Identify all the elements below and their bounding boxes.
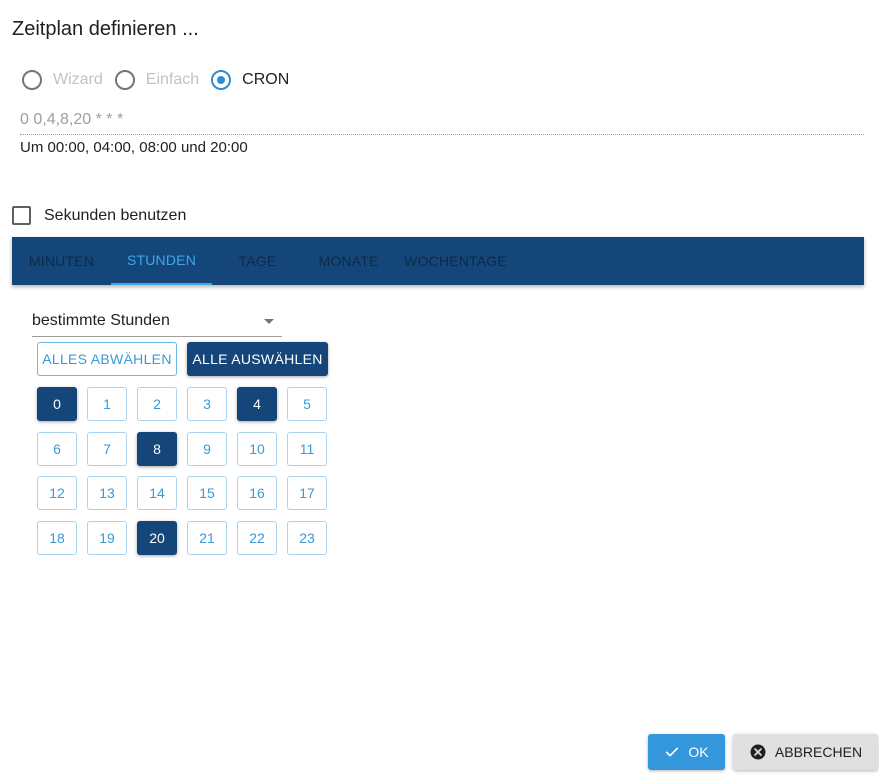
check-icon <box>664 744 680 760</box>
hour-toggle-3[interactable]: 3 <box>187 387 227 421</box>
dialog-title: Zeitplan definieren ... <box>12 18 199 40</box>
cron-expression-input[interactable] <box>20 106 864 135</box>
radio-wizard-indicator[interactable] <box>22 70 42 90</box>
hour-toggle-2[interactable]: 2 <box>137 387 177 421</box>
hour-toggle-20[interactable]: 20 <box>137 520 177 555</box>
hour-toggle-14[interactable]: 14 <box>137 476 177 510</box>
hour-toggle-18[interactable]: 18 <box>37 520 77 555</box>
use-seconds-label: Sekunden benutzen <box>44 206 187 224</box>
hour-toggle-16[interactable]: 16 <box>237 476 277 510</box>
tab-monate[interactable]: MONATE <box>303 237 394 285</box>
hour-toggle-13[interactable]: 13 <box>87 476 127 510</box>
hour-toggle-10[interactable]: 10 <box>237 431 277 466</box>
use-seconds-checkbox[interactable] <box>12 206 31 225</box>
tab-wochentage[interactable]: WOCHENTAGE <box>394 237 517 285</box>
tab-stunden[interactable]: STUNDEN <box>111 237 212 285</box>
hour-toggle-1[interactable]: 1 <box>87 387 127 421</box>
hour-toggle-7[interactable]: 7 <box>87 431 127 466</box>
hour-toggle-0[interactable]: 0 <box>37 387 77 421</box>
hours-mode-value: bestimmte Stunden <box>32 312 170 329</box>
cancel-button-label: ABBRECHEN <box>774 744 863 760</box>
hour-toggle-11[interactable]: 11 <box>287 431 327 466</box>
ok-button-label: OK <box>688 744 709 760</box>
radio-wizard[interactable]: Wizard <box>22 70 103 90</box>
hour-toggle-17[interactable]: 17 <box>287 476 327 510</box>
radio-einfach[interactable]: Einfach <box>114 70 200 90</box>
hour-toggle-6[interactable]: 6 <box>37 431 77 466</box>
radio-cron-label: CRON <box>242 71 290 88</box>
cron-description: Um 00:00, 04:00, 08:00 und 20:00 <box>20 139 248 156</box>
hour-toggle-9[interactable]: 9 <box>187 431 227 466</box>
radio-einfach-indicator[interactable] <box>114 70 135 90</box>
radio-cron[interactable]: CRON <box>211 70 289 90</box>
tab-minuten[interactable]: MINUTEN <box>12 237 111 285</box>
hour-toggle-4[interactable]: 4 <box>237 387 277 421</box>
hour-toggle-21[interactable]: 21 <box>187 520 227 555</box>
hour-toggle-22[interactable]: 22 <box>237 520 277 555</box>
use-seconds-checkbox-row[interactable]: Sekunden benutzen <box>12 206 186 225</box>
ok-button[interactable]: OK <box>648 734 725 770</box>
hour-toggle-5[interactable]: 5 <box>287 387 327 421</box>
cancel-button[interactable]: ABBRECHEN <box>733 734 878 770</box>
deselect-all-button[interactable]: ALLES ABWÄHLEN <box>37 342 177 376</box>
radio-cron-indicator[interactable] <box>211 70 232 90</box>
chevron-down-icon <box>264 319 274 324</box>
tab-bar: MINUTEN STUNDEN TAGE MONATE WOCHENTAGE <box>12 237 864 285</box>
hours-mode-select[interactable]: bestimmte Stunden <box>32 306 282 337</box>
radio-einfach-label: Einfach <box>145 71 200 88</box>
hour-toggle-19[interactable]: 19 <box>87 520 127 555</box>
mode-radio-group: Wizard Einfach CRON <box>22 70 301 90</box>
hours-grid: 0 1 2 3 4 5 6 7 8 9 10 11 12 13 14 15 16 17 18 19 20 21 22 23 <box>37 387 327 555</box>
radio-wizard-label: Wizard <box>53 71 103 88</box>
hour-toggle-12[interactable]: 12 <box>37 476 77 510</box>
hour-toggle-23[interactable]: 23 <box>287 520 327 555</box>
select-all-button[interactable]: ALLE AUSWÄHLEN <box>187 342 328 376</box>
tab-tage[interactable]: TAGE <box>212 237 303 285</box>
hour-toggle-8[interactable]: 8 <box>137 431 177 466</box>
hour-toggle-15[interactable]: 15 <box>187 476 227 510</box>
close-circle-icon <box>749 743 767 761</box>
